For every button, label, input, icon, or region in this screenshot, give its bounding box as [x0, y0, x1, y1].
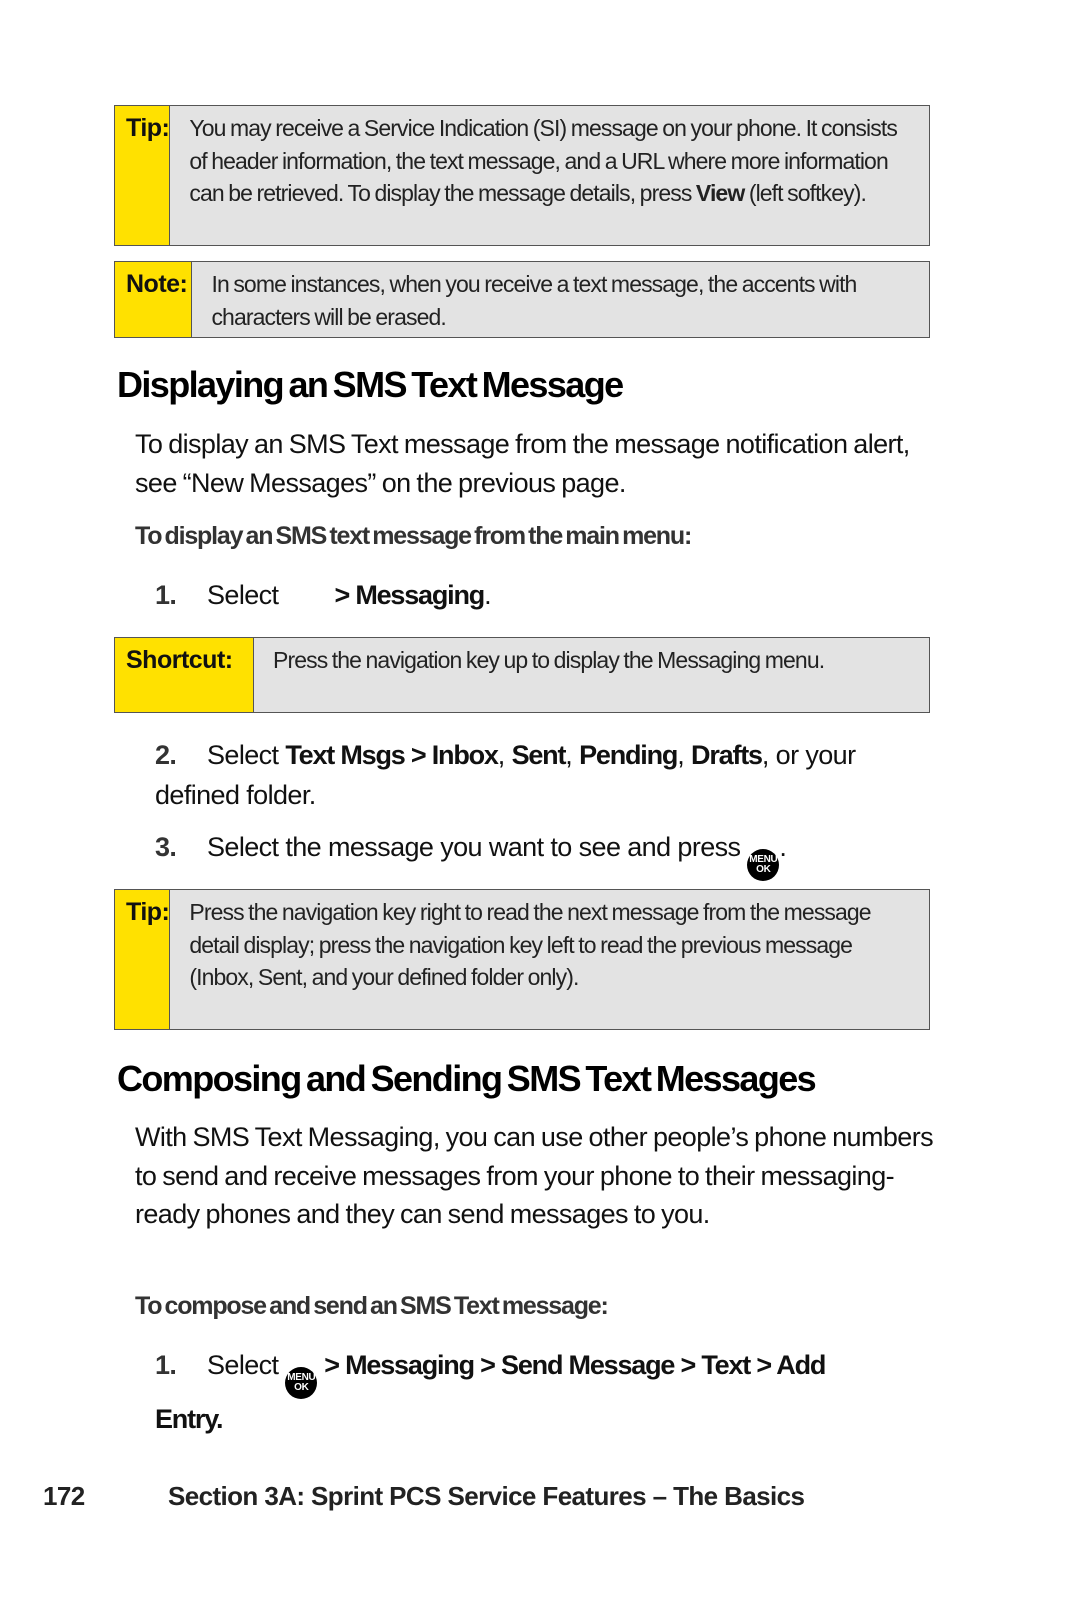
step-3: 3. Select the message you want to see and…: [155, 827, 787, 881]
note-text: In some instances, when you receive a te…: [211, 271, 857, 330]
tip-box: Tip: Press the navigation key right to r…: [114, 889, 930, 1030]
tip-text: You may receive a Service Indication (SI…: [189, 115, 897, 206]
tip-label: Tip:: [115, 890, 171, 1029]
note-label: Note:: [115, 262, 193, 337]
procedure-heading: To compose and send an SMS Text message:: [135, 1292, 609, 1320]
menu-ok-icon: MENU OK: [285, 1367, 318, 1399]
page-number: 172: [43, 1481, 85, 1511]
menu-path: > Messaging: [334, 580, 485, 610]
section-intro: With SMS Text Messaging, you can use oth…: [135, 1122, 934, 1229]
note-box: Note: In some instances, when you receiv…: [114, 261, 930, 338]
step-1: 1. Select > Messaging.: [155, 580, 492, 610]
page-footer: 172 Section 3A: Sprint PCS Service Featur…: [43, 1481, 805, 1512]
tip-label: Tip:: [115, 106, 171, 245]
procedure-heading: To display an SMS text message from the …: [135, 522, 692, 550]
tip-text: Press the navigation key right to read t…: [189, 899, 871, 990]
section-title: Section 3A: Sprint PCS Service Features …: [168, 1481, 805, 1511]
view-softkey: View: [695, 180, 745, 206]
tip-box: Tip: You may receive a Service Indicatio…: [114, 105, 930, 246]
step-1: 1. Select MENU OK > Messaging > Send Messa…: [155, 1350, 826, 1434]
section-heading-composing: Composing and Sending SMS Text Messages: [117, 1058, 817, 1099]
shortcut-text: Press the navigation key up to display t…: [273, 647, 825, 673]
shortcut-box: Shortcut: Press the navigation key up to…: [114, 637, 930, 713]
section-intro: To display an SMS Text message from the …: [135, 429, 910, 498]
section-heading-displaying: Displaying an SMS Text Message: [117, 364, 624, 405]
menu-ok-icon: MENU OK: [747, 849, 780, 881]
shortcut-label: Shortcut:: [115, 638, 254, 712]
step-2: 2. Select Text Msgs > Inbox, Sent, Pendin…: [155, 740, 856, 810]
